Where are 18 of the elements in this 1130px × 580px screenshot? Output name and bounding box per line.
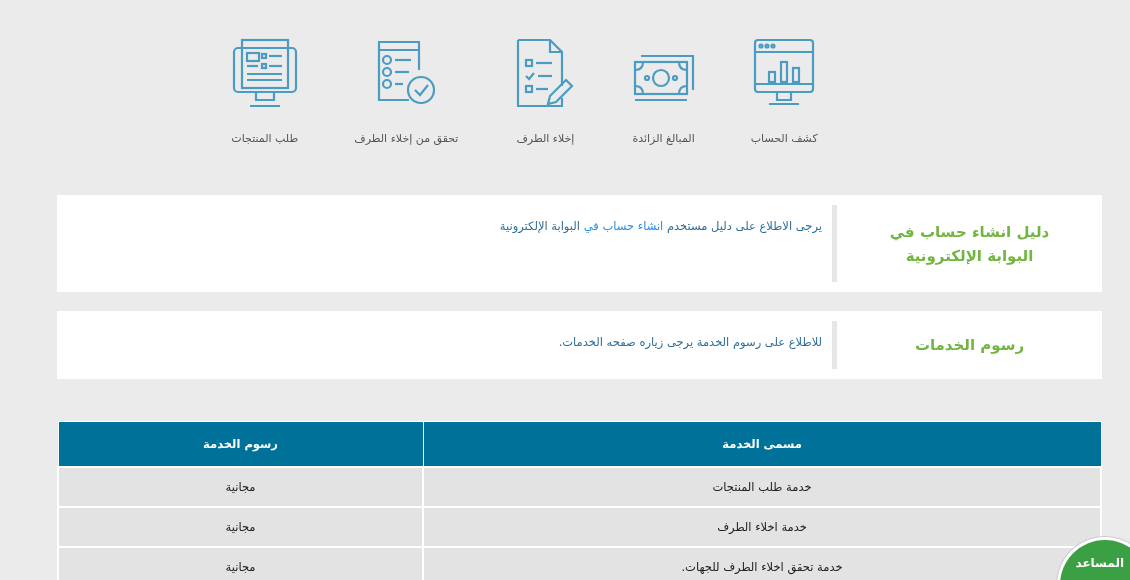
card-title: دليل انشاء حساب في البوابة الإلكترونية	[888, 221, 1051, 267]
card-text: للاطلاع على رسوم الخدمة يرجى زياره صفحه الخدمات.	[557, 334, 823, 351]
column-header: رسوم الخدمة	[58, 421, 424, 467]
link[interactable]: انشاء حساب في	[583, 219, 664, 233]
service-label[interactable]: المبالغ الزائدة	[632, 132, 695, 145]
card-title: رسوم الخدمات	[913, 335, 1026, 356]
table-cell: مجانية	[58, 547, 424, 580]
table-cell: خدمة اخلاء الطرف	[423, 507, 1101, 547]
column-header: مسمى الخدمة	[423, 421, 1101, 467]
service-label[interactable]: كشف الحساب	[750, 132, 818, 145]
monitor-form-icon[interactable]	[231, 38, 298, 110]
table-cell: خدمة طلب المنتجات	[423, 467, 1101, 507]
service-label[interactable]: إخلاء الطرف	[516, 132, 575, 145]
table-cell: مجانية	[58, 507, 424, 547]
card-text: يرجى الاطلاع على دليل مستخدم انشاء حساب في البوابة الإلكترونية	[498, 218, 823, 235]
service-label[interactable]: تحقق من إخلاء الطرف	[354, 132, 459, 145]
service-label[interactable]: طلب المنتجات	[231, 132, 299, 145]
table-cell: مجانية	[58, 467, 424, 507]
